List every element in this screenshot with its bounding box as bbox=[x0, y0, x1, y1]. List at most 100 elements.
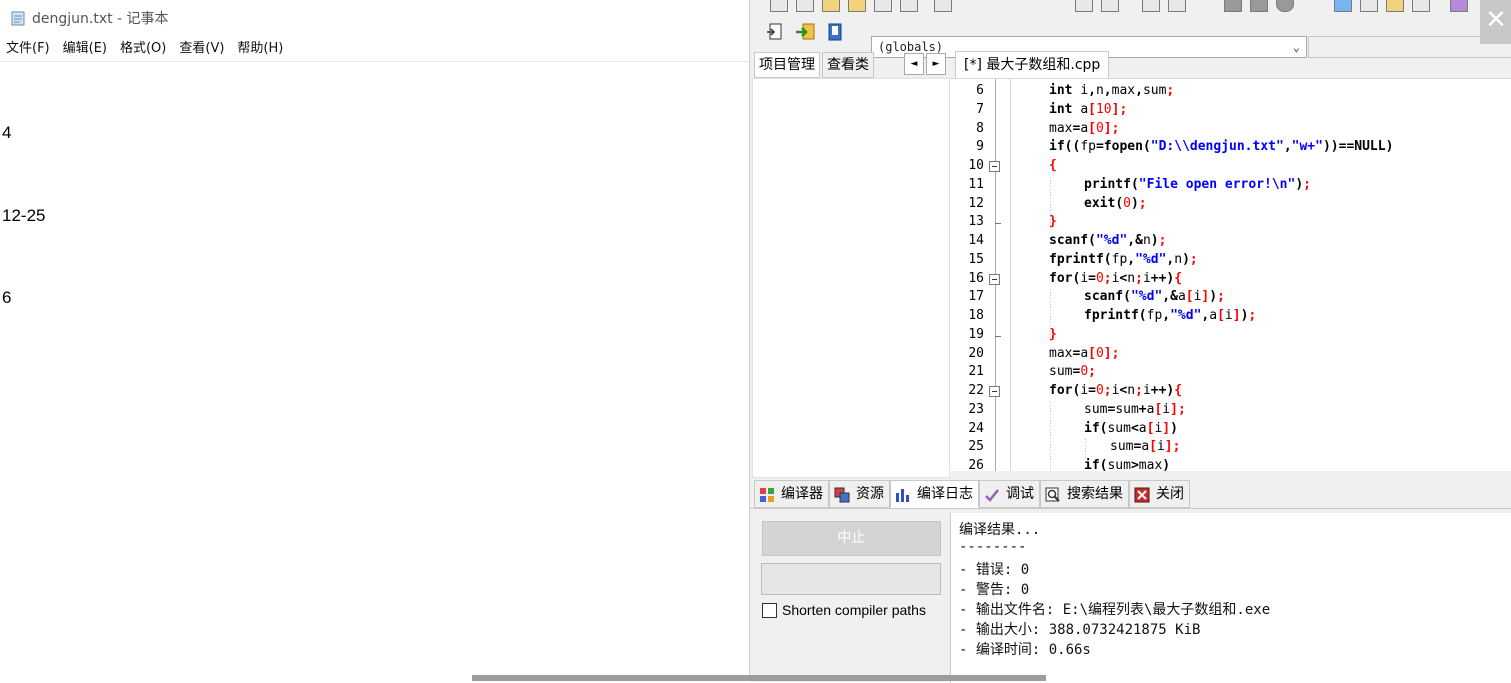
tab-debug[interactable]: 调试 bbox=[979, 480, 1040, 508]
editor-file-tab[interactable]: [*] 最大子数组和.cpp bbox=[955, 51, 1110, 79]
log-line: - 错误: 0 bbox=[959, 562, 1030, 578]
line-number-gutter: 6 7 8 9 10 11 12 13 14 15 16 17 18 19 20 21 22 23 24 25 26 bbox=[950, 79, 1011, 471]
main-toolbar bbox=[750, 0, 1511, 14]
devcpp-window: (globals) ⌄ ✕ 项目管理 查看类 ◄ ► [*] 最大子数组和.cp… bbox=[749, 0, 1511, 683]
toolbar-open-icon[interactable] bbox=[796, 0, 814, 12]
compile-log-output[interactable]: 编译结果... -------- - 错误: 0 - 警告: 0 - 输出文件名… bbox=[950, 513, 1511, 683]
log-line: -------- bbox=[959, 539, 1027, 555]
fold-toggle-icon[interactable] bbox=[989, 386, 1000, 397]
line-number: 25 bbox=[968, 439, 984, 455]
code-line: scanf("%d",&n); bbox=[1049, 233, 1167, 248]
notepad-line: 6 bbox=[2, 288, 12, 307]
line-number: 11 bbox=[968, 176, 984, 192]
indent-guide bbox=[1050, 401, 1051, 471]
toolbar-save-icon[interactable] bbox=[822, 0, 840, 12]
toolbar-run-icon[interactable] bbox=[1250, 0, 1268, 12]
line-number: 24 bbox=[968, 420, 984, 436]
code-line: int i,n,max,sum; bbox=[1049, 83, 1175, 98]
menu-format[interactable]: 格式(O) bbox=[114, 38, 173, 60]
tab-scroll-arrows: ◄ ► bbox=[904, 53, 948, 75]
tab-scroll-right-icon[interactable]: ► bbox=[926, 53, 946, 75]
toolbar-compile-icon[interactable] bbox=[1224, 0, 1242, 12]
indent-guide bbox=[1050, 176, 1051, 229]
toolbar-tiles-icon[interactable] bbox=[1412, 0, 1430, 12]
code-line: max=a[0]; bbox=[1049, 120, 1120, 136]
notepad-text-area[interactable]: 4 12-25 6 bbox=[2, 64, 45, 367]
checkbox-box[interactable] bbox=[762, 602, 777, 618]
code-line: printf("File open error!\n"); bbox=[1084, 176, 1311, 192]
log-line: - 编译时间: 0.66s bbox=[959, 642, 1091, 658]
abort-button[interactable]: 中止 bbox=[762, 521, 941, 556]
line-number: 19 bbox=[968, 326, 984, 342]
toolbar-replace-icon[interactable] bbox=[1101, 0, 1119, 12]
toolbar-goto-icon[interactable] bbox=[1168, 0, 1186, 12]
log-line: 编译结果... bbox=[959, 522, 1041, 538]
tab-scroll-left-icon[interactable]: ◄ bbox=[904, 53, 924, 75]
tab-compile-log[interactable]: 编译日志 bbox=[890, 480, 979, 508]
code-line: if((fp=fopen("D:\\dengjun.txt","w+"))==N… bbox=[1049, 139, 1394, 155]
menu-file[interactable]: 文件(F) bbox=[0, 38, 57, 60]
fold-toggle-icon[interactable] bbox=[989, 161, 1000, 172]
toolbar-debug-icon[interactable] bbox=[1276, 0, 1294, 12]
code-line: exit(0); bbox=[1084, 195, 1147, 211]
toolbar-bookmark-icon[interactable] bbox=[1142, 0, 1160, 12]
tab-class-browser[interactable]: 查看类 bbox=[822, 52, 874, 78]
toolbar-folder-icon[interactable] bbox=[1386, 0, 1404, 12]
tab-compile-log-label: 编译日志 bbox=[917, 486, 973, 502]
tab-search-results[interactable]: 搜索结果 bbox=[1040, 480, 1129, 508]
line-number: 18 bbox=[968, 308, 984, 323]
bar-chart-icon bbox=[895, 486, 911, 502]
toolbar-insert-icon[interactable] bbox=[764, 21, 786, 43]
code-line: for(i=0;i<n;i++){ bbox=[1049, 383, 1183, 398]
line-number: 15 bbox=[968, 251, 984, 267]
close-icon[interactable]: ✕ bbox=[1480, 0, 1511, 44]
line-number: 23 bbox=[968, 401, 984, 417]
toolbar-save-all-icon[interactable] bbox=[848, 0, 866, 12]
menu-help[interactable]: 帮助(H) bbox=[231, 38, 290, 60]
line-number: 21 bbox=[968, 364, 984, 380]
toolbar-class-icon[interactable] bbox=[824, 21, 846, 43]
toolbar-add-icon[interactable] bbox=[794, 21, 816, 43]
code-line: fprintf(fp,"%d",n); bbox=[1049, 251, 1198, 267]
line-number: 17 bbox=[968, 289, 984, 305]
tab-compiler[interactable]: 编译器 bbox=[754, 480, 829, 508]
line-number: 20 bbox=[968, 345, 984, 361]
fold-toggle-icon[interactable] bbox=[989, 273, 1000, 285]
toolbar-check-icon[interactable] bbox=[1450, 0, 1468, 12]
horizontal-scrollbar[interactable] bbox=[472, 675, 1046, 681]
code-editor[interactable]: 6 7 8 9 10 11 12 13 14 15 16 17 18 19 20 21 22 23 24 25 26 i… bbox=[950, 78, 1511, 471]
toolbar-close-icon[interactable] bbox=[874, 0, 892, 12]
line-number: 10 bbox=[968, 158, 984, 173]
toolbar-chart-icon[interactable] bbox=[1334, 0, 1352, 12]
notepad-line: 4 bbox=[2, 123, 12, 142]
code-line: if(sum>max) bbox=[1084, 458, 1171, 471]
code-line: sum=a[i]; bbox=[1110, 439, 1181, 455]
tab-resources[interactable]: 资源 bbox=[829, 480, 890, 508]
tab-project-manager[interactable]: 项目管理 bbox=[754, 52, 820, 78]
toolbar-find-icon[interactable] bbox=[1075, 0, 1093, 12]
fold-end-marker bbox=[995, 335, 1001, 337]
tab-debug-label: 调试 bbox=[1006, 486, 1034, 502]
shorten-compiler-paths-checkbox[interactable]: Shorten compiler paths bbox=[762, 602, 926, 618]
indent-guide bbox=[1085, 439, 1086, 458]
tab-close[interactable]: 关闭 bbox=[1129, 480, 1190, 508]
code-line: int a[10]; bbox=[1049, 101, 1128, 117]
grid-icon bbox=[759, 486, 775, 502]
menu-view[interactable]: 查看(V) bbox=[173, 38, 231, 60]
toolbar-print-icon[interactable] bbox=[934, 0, 952, 12]
code-line: { bbox=[1049, 158, 1057, 173]
project-panel[interactable] bbox=[752, 78, 950, 478]
line-number: 9 bbox=[976, 139, 984, 155]
line-number: 8 bbox=[976, 120, 984, 136]
notepad-title-bar: dengjun.txt - 记事本 bbox=[0, 0, 750, 36]
log-line: - 警告: 0 bbox=[959, 582, 1030, 598]
chevron-down-icon[interactable]: ⌄ bbox=[1293, 37, 1300, 57]
scope-combobox-value: (globals) bbox=[878, 40, 944, 54]
code-line: scanf("%d",&a[i]); bbox=[1084, 289, 1225, 305]
toolbar-new-icon[interactable] bbox=[770, 0, 788, 12]
tab-compiler-label: 编译器 bbox=[781, 486, 823, 502]
menu-edit[interactable]: 编辑(E) bbox=[57, 38, 114, 60]
toolbar-window-icon[interactable] bbox=[1360, 0, 1378, 12]
toolbar-close-all-icon[interactable] bbox=[900, 0, 918, 12]
check-icon bbox=[984, 486, 1000, 502]
